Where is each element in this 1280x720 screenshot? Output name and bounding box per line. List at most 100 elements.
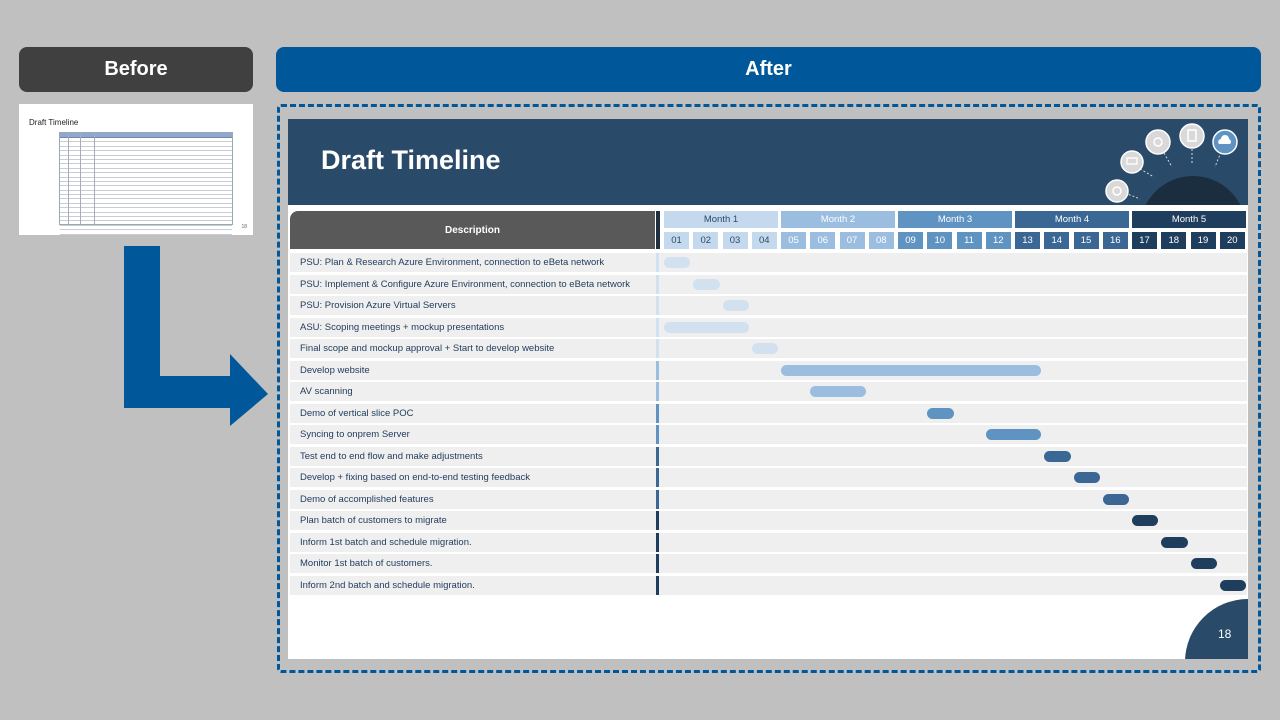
task-label: Syncing to onprem Server <box>300 429 410 440</box>
timeline-slide: Draft Timeline Description Month 1 Month… <box>288 119 1248 659</box>
settings-icon <box>1105 179 1129 203</box>
task-row-marker <box>656 511 659 530</box>
week-header-14: 14 <box>1044 232 1070 249</box>
week-header-08: 08 <box>868 232 894 249</box>
task-row: Monitor 1st batch of customers. <box>290 554 1247 573</box>
task-row: ASU: Scoping meetings + mockup presentat… <box>290 317 1247 337</box>
task-label: Plan batch of customers to migrate <box>300 515 447 526</box>
task-row-marker <box>656 274 659 294</box>
after-label: After <box>276 47 1261 92</box>
week-header-19: 19 <box>1190 232 1216 249</box>
week-header-06: 06 <box>810 232 836 249</box>
task-row-marker <box>656 554 659 573</box>
task-row: Develop + fixing based on end-to-end tes… <box>290 468 1247 487</box>
task-label: Demo of vertical slice POC <box>300 407 414 419</box>
gantt-bar <box>722 300 749 311</box>
gantt-bar <box>1161 536 1188 548</box>
task-row-marker <box>656 296 659 315</box>
week-header-20: 20 <box>1219 232 1245 249</box>
task-row: PSU: Plan & Research Azure Environment, … <box>290 253 1247 272</box>
task-label: Develop website <box>300 364 370 376</box>
slide-title: Draft Timeline <box>321 145 501 175</box>
task-row: Plan batch of customers to migrate <box>290 511 1247 530</box>
task-row-marker <box>656 425 659 444</box>
week-header-05: 05 <box>781 232 806 249</box>
month-header-5: Month 5 <box>1132 211 1246 228</box>
task-row-marker <box>656 339 659 358</box>
gantt-bar <box>751 343 778 354</box>
gantt-bar <box>1044 450 1071 462</box>
week-header-10: 10 <box>927 232 953 249</box>
document-icon <box>1179 123 1205 149</box>
week-header-15: 15 <box>1073 232 1099 249</box>
page-number: 18 <box>1218 627 1232 641</box>
task-label: PSU: Provision Azure Virtual Servers <box>300 300 456 311</box>
task-label: Inform 2nd batch and schedule migration. <box>300 579 475 591</box>
task-row-marker <box>656 446 659 466</box>
gantt-bar <box>1219 579 1246 591</box>
task-row-marker <box>656 575 659 595</box>
task-label: Develop + fixing based on end-to-end tes… <box>300 472 531 483</box>
task-row-marker <box>656 489 659 509</box>
task-row: Demo of accomplished features <box>290 489 1247 509</box>
gantt-bar <box>1102 493 1129 505</box>
gantt-bar <box>1073 472 1100 483</box>
week-header-03: 03 <box>722 232 748 249</box>
task-label: ASU: Scoping meetings + mockup presentat… <box>300 321 505 333</box>
gantt-bar <box>664 257 691 268</box>
transform-arrow-icon <box>124 246 268 426</box>
task-row-marker <box>656 403 659 423</box>
week-header-18: 18 <box>1161 232 1187 249</box>
task-row-marker <box>656 532 659 552</box>
week-header-11: 11 <box>956 232 982 249</box>
before-slide-thumbnail: Draft Timeline 18 <box>19 104 253 235</box>
gantt-bar <box>1132 515 1159 526</box>
week-header-09: 09 <box>898 232 923 249</box>
task-row: Develop website <box>290 360 1247 380</box>
task-row-marker <box>656 360 659 380</box>
task-row-marker <box>656 468 659 487</box>
before-slide-title: Draft Timeline <box>29 118 79 127</box>
week-header-02: 02 <box>693 232 719 249</box>
description-column-header: Description <box>290 211 655 249</box>
task-row-marker <box>656 253 659 272</box>
task-label: PSU: Plan & Research Azure Environment, … <box>300 257 605 268</box>
task-row: Demo of vertical slice POC <box>290 403 1247 423</box>
before-label: Before <box>19 47 253 92</box>
month-header-3: Month 3 <box>898 211 1012 228</box>
gantt-bar <box>927 407 954 419</box>
before-slide-page-number: 18 <box>241 224 247 230</box>
header-decoration <box>1105 123 1241 205</box>
task-row: Inform 2nd batch and schedule migration. <box>290 575 1247 595</box>
gantt-bar <box>1190 558 1217 569</box>
page-corner-shape <box>1185 599 1248 659</box>
task-label: Monitor 1st batch of customers. <box>300 558 433 569</box>
task-row: Final scope and mockup approval + Start … <box>290 339 1247 358</box>
cloud-upload-icon <box>1212 129 1238 155</box>
task-label: PSU: Implement & Configure Azure Environ… <box>300 278 631 290</box>
laptop-icon <box>1120 150 1144 174</box>
task-row: Test end to end flow and make adjustment… <box>290 446 1247 466</box>
gantt-bar <box>664 321 749 333</box>
week-header-17: 17 <box>1132 232 1157 249</box>
task-row: PSU: Implement & Configure Azure Environ… <box>290 274 1247 294</box>
month-header-4: Month 4 <box>1015 211 1129 228</box>
gantt-bar <box>810 386 866 397</box>
week-header-13: 13 <box>1015 232 1040 249</box>
task-row: Syncing to onprem Server <box>290 425 1247 444</box>
task-label: Final scope and mockup approval + Start … <box>300 343 555 354</box>
contacts-icon <box>1145 129 1171 155</box>
before-slide-table <box>59 132 233 235</box>
week-header-12: 12 <box>985 232 1011 249</box>
week-header-07: 07 <box>839 232 865 249</box>
week-header-04: 04 <box>751 232 777 249</box>
task-label: Inform 1st batch and schedule migration. <box>300 536 472 548</box>
task-row-marker <box>656 317 659 337</box>
task-row: PSU: Provision Azure Virtual Servers <box>290 296 1247 315</box>
week-header-01: 01 <box>664 232 689 249</box>
task-label: Test end to end flow and make adjustment… <box>300 450 483 462</box>
gantt-bar <box>781 364 1042 376</box>
task-row: Inform 1st batch and schedule migration. <box>290 532 1247 552</box>
task-label: AV scanning <box>300 386 353 397</box>
task-label: Demo of accomplished features <box>300 493 434 505</box>
